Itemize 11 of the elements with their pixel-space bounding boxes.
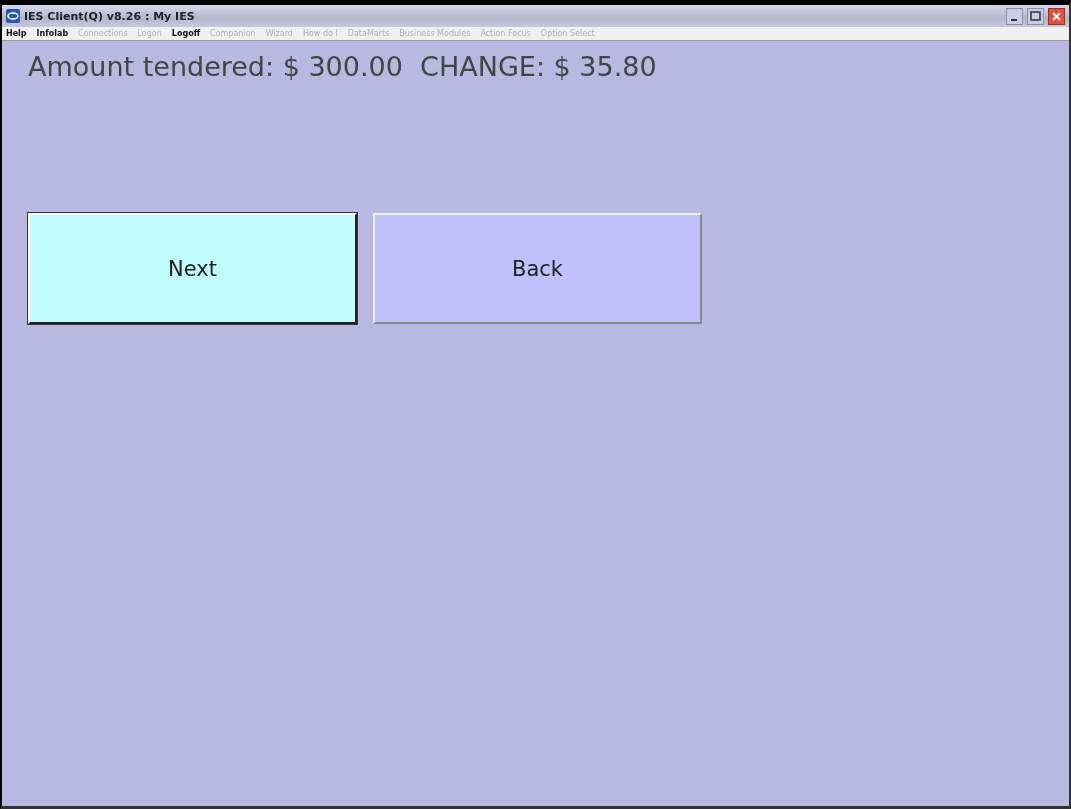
app-icon <box>6 9 20 23</box>
minimize-button[interactable] <box>1006 7 1023 25</box>
amount-summary: Amount tendered: $ 300.00 CHANGE: $ 35.80 <box>28 51 658 82</box>
menu-item[interactable]: Help <box>6 29 27 38</box>
menu-item[interactable]: Infolab <box>36 29 69 38</box>
back-button[interactable]: Back <box>373 213 702 324</box>
next-button[interactable]: Next <box>28 213 357 324</box>
menu-item[interactable]: Logoff <box>171 29 201 38</box>
maximize-button[interactable] <box>1027 7 1044 25</box>
close-button[interactable] <box>1048 7 1065 25</box>
window-title: IES Client(Q) v8.26 : My IES <box>24 9 195 23</box>
